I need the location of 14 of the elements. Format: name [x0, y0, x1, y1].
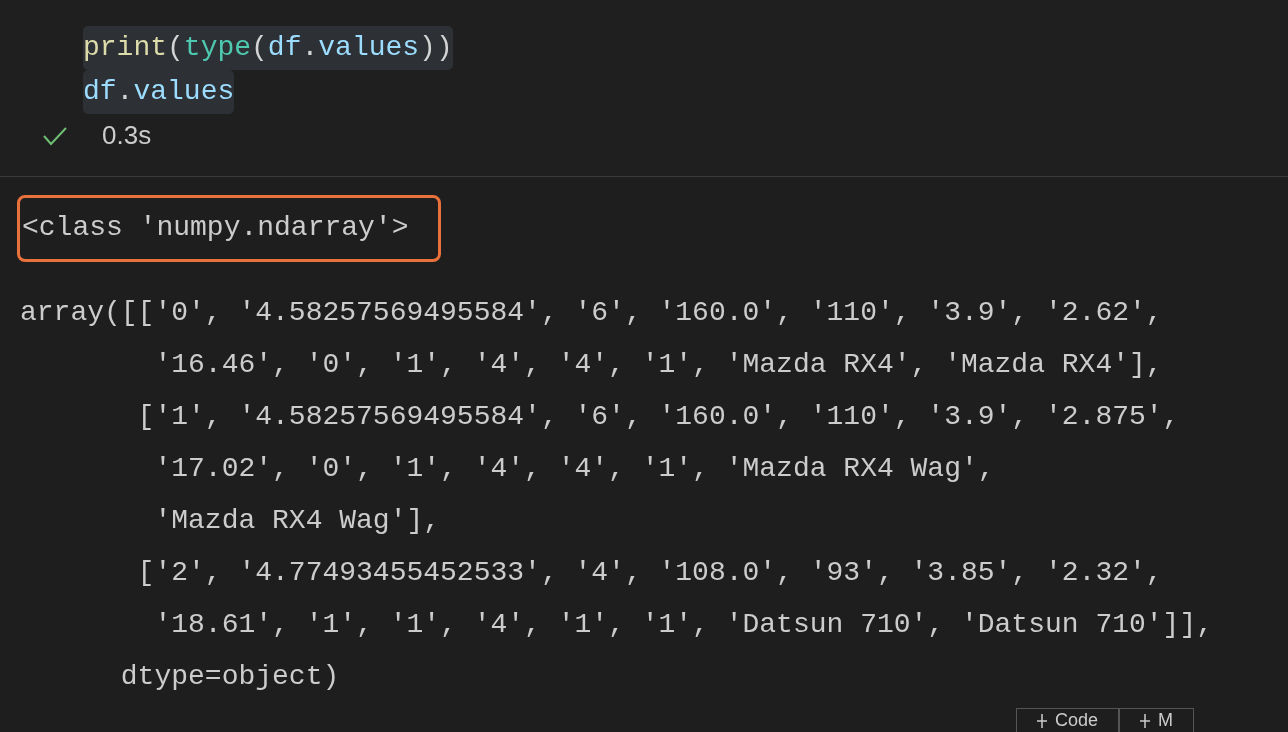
output-line: '18.61', '1', '1', '4', '1', '1', 'Datsun 710', 'Datsun 710']], [153, 608, 1214, 642]
output-line: array([['0', '4.58257569495584', '6', '160.0', '110', '3.9', '2.62', [20, 296, 1164, 330]
output-line: 'Mazda RX4 Wag'], [153, 504, 442, 538]
plus-icon [1140, 712, 1151, 729]
output-line: '16.46', '0', '1', '4', '4', '1', 'Mazda RX4', 'Mazda RX4'], [153, 348, 1164, 382]
add-cell-button[interactable]: Code [1016, 708, 1120, 732]
output-line: '17.02', '0', '1', '4', '4', '1', 'Mazda RX4 Wag', [153, 452, 996, 486]
output-line: dtype=object) [119, 660, 341, 694]
output-line: ['1', '4.58257569495584', '6', '160.0', '110', '3.9', '2.875', [136, 400, 1181, 434]
add-cell-button[interactable]: M [1119, 708, 1195, 732]
output-text: <class 'numpy.ndarray'> [17, 195, 442, 262]
execution-time: 0.3s [102, 120, 152, 151]
plus-icon [1037, 712, 1047, 729]
output-line: ['2', '4.77493455452533', '4', '108.0', '93', '3.85', '2.32', [136, 556, 1164, 590]
